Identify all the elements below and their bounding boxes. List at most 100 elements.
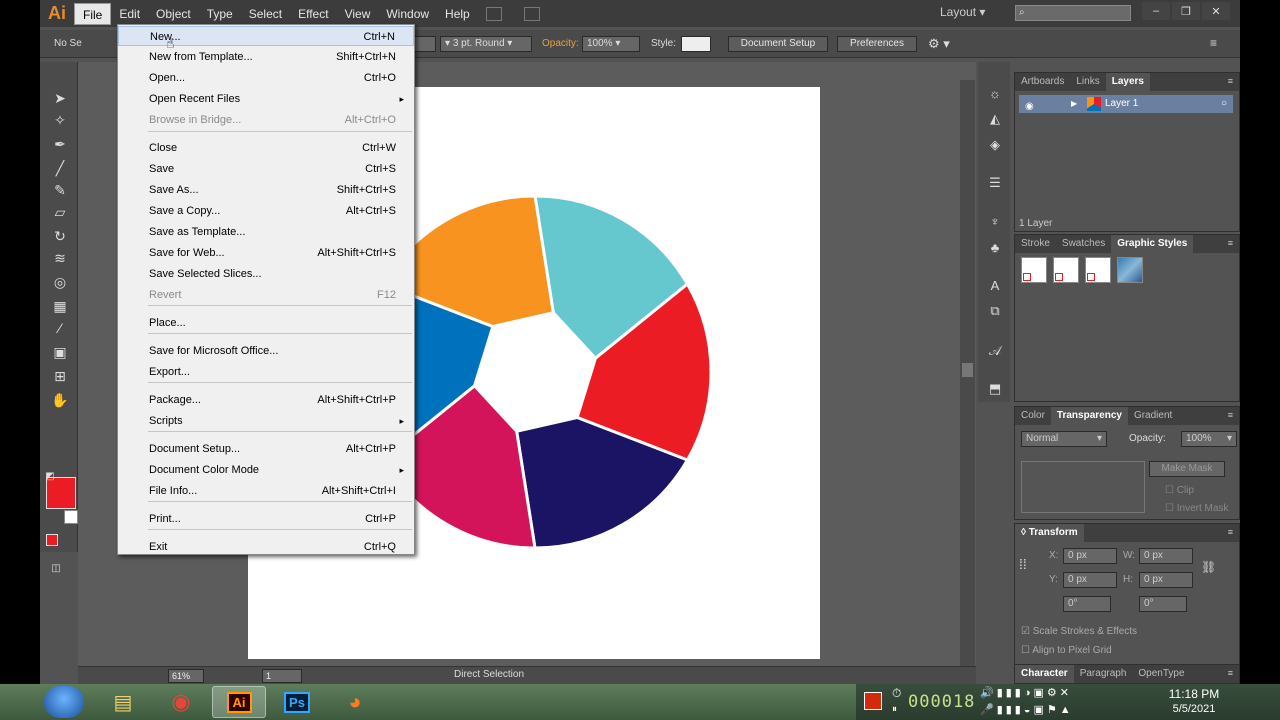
workspace-switcher[interactable]: Layout ▾ <box>940 5 985 19</box>
tab-transform[interactable]: ◊ Transform <box>1015 524 1084 542</box>
file-menu-place[interactable]: Place... <box>118 313 414 333</box>
tab-paragraph[interactable]: Paragraph <box>1074 665 1133 683</box>
file-menu-print[interactable]: Print... Ctrl+P <box>118 509 414 529</box>
illustrator-taskbar-icon[interactable]: Ai <box>212 686 266 718</box>
constrain-proportions-icon[interactable]: ⛓ <box>1201 560 1216 574</box>
style-swatch[interactable] <box>681 36 711 52</box>
file-menu-exit[interactable]: Exit Ctrl+Q <box>118 537 414 557</box>
pathfinder-icon[interactable]: ⧉ <box>986 302 1004 320</box>
drawing-mode-icon[interactable]: ◫ <box>46 558 66 578</box>
zoom-field[interactable]: 61% <box>168 669 204 683</box>
type-icon[interactable]: A <box>986 276 1004 294</box>
preferences-button[interactable]: Preferences <box>837 36 917 52</box>
opacity-field[interactable]: 100% ▾ <box>1181 431 1237 447</box>
panel-menu-icon[interactable]: ≡ <box>1228 668 1233 678</box>
glyphs-icon[interactable]: 𝒜 <box>986 342 1004 360</box>
file-menu-save-for-web[interactable]: Save for Web... Alt+Shift+Ctrl+S <box>118 243 414 263</box>
timer-icon[interactable]: ⏱ <box>892 686 901 701</box>
scrollbar-thumb[interactable] <box>962 363 973 377</box>
file-menu-document-color-mode[interactable]: Document Color Mode ▸ <box>118 460 414 480</box>
start-button-icon[interactable] <box>44 686 84 718</box>
menu-help[interactable]: Help <box>437 3 478 25</box>
w-field[interactable]: 0 px <box>1139 548 1193 564</box>
menu-window[interactable]: Window <box>378 3 437 25</box>
photoshop-taskbar-icon[interactable]: Ps <box>270 686 324 718</box>
hand-tool-icon[interactable]: ✋ <box>50 390 70 410</box>
menu-edit[interactable]: Edit <box>111 3 148 25</box>
file-menu-open[interactable]: Open... Ctrl+O <box>118 68 414 88</box>
layer-row[interactable]: ◉ ▶ Layer 1 ○ <box>1019 95 1233 113</box>
stroke-color-swatch[interactable] <box>64 510 78 524</box>
blend-mode-select[interactable]: Normal ▾ <box>1021 431 1107 447</box>
tab-artboards[interactable]: Artboards <box>1015 73 1070 91</box>
appearance-icon[interactable]: ◭ <box>986 110 1004 128</box>
opacity-label[interactable]: Opacity: <box>542 38 579 49</box>
warp-tool-icon[interactable]: ≋ <box>50 248 70 268</box>
pen-tool-icon[interactable]: ✒ <box>50 134 70 154</box>
file-menu-export[interactable]: Export... <box>118 362 414 382</box>
firefox-taskbar-icon[interactable]: ◕ <box>328 686 382 718</box>
default-colors-icon[interactable]: ◩ <box>44 470 56 482</box>
record-stop-icon[interactable] <box>864 692 882 710</box>
menu-view[interactable]: View <box>337 3 379 25</box>
pause-icon[interactable]: ⏸ <box>892 704 897 715</box>
file-menu-package[interactable]: Package... Alt+Shift+Ctrl+P <box>118 390 414 410</box>
rotate-field[interactable]: 0° <box>1063 596 1111 612</box>
y-field[interactable]: 0 px <box>1063 572 1117 588</box>
file-menu-scripts[interactable]: Scripts ▸ <box>118 411 414 431</box>
menu-select[interactable]: Select <box>241 3 290 25</box>
navigator-icon[interactable]: ◈ <box>986 136 1004 154</box>
sun-icon[interactable]: ☼ <box>986 84 1004 102</box>
tab-character[interactable]: Character <box>1015 665 1074 683</box>
symbols-icon[interactable]: ♣ <box>986 238 1004 256</box>
search-input[interactable]: ⌕ <box>1015 5 1131 21</box>
line-tool-icon[interactable]: ╱ <box>50 158 70 178</box>
vertical-scrollbar[interactable] <box>960 80 975 666</box>
artboard-tool-icon[interactable]: ⊞ <box>50 366 70 386</box>
file-menu-open-recent-files[interactable]: Open Recent Files ▸ <box>118 89 414 109</box>
tab-graphic-styles[interactable]: Graphic Styles <box>1111 235 1194 253</box>
file-menu-save-as-template[interactable]: Save as Template... <box>118 222 414 242</box>
make-mask-button[interactable]: Make Mask <box>1149 461 1225 477</box>
graphic-style-3[interactable] <box>1085 257 1111 283</box>
h-field[interactable]: 0 px <box>1139 572 1193 588</box>
shape-builder-icon[interactable]: ◎ <box>50 272 70 292</box>
eyedropper-icon[interactable]: ⁄ <box>50 318 70 338</box>
menu-file[interactable]: File <box>74 2 112 25</box>
tab-links[interactable]: Links <box>1070 73 1105 91</box>
document-setup-button[interactable]: Document Setup <box>728 36 828 52</box>
transform-icon[interactable]: ⬒ <box>986 380 1004 398</box>
file-menu-save-as[interactable]: Save As... Shift+Ctrl+S <box>118 180 414 200</box>
panel-menu-icon[interactable]: ≡ <box>1228 76 1233 86</box>
file-menu-save-for-microsoft-office[interactable]: Save for Microsoft Office... <box>118 341 414 361</box>
arrange-icon[interactable]: ⚙ ▾ <box>928 36 950 52</box>
arrange-documents-icon[interactable] <box>523 6 540 21</box>
panel-menu-icon[interactable]: ≡ <box>1210 36 1217 50</box>
rotate-tool-icon[interactable]: ↻ <box>50 226 70 246</box>
graphic-style-4[interactable] <box>1117 257 1143 283</box>
symbol-sprayer-icon[interactable]: ▣ <box>50 342 70 362</box>
tab-layers[interactable]: Layers <box>1105 73 1150 91</box>
invert-mask-checkbox[interactable]: ☐ Invert Mask <box>1165 503 1228 514</box>
close-icon[interactable]: ✕ <box>1202 2 1230 20</box>
reference-point-icon[interactable]: ⁞⁞ <box>1019 556 1027 572</box>
explorer-taskbar-icon[interactable]: ▤ <box>96 686 150 718</box>
file-menu-save-selected-slices[interactable]: Save Selected Slices... <box>118 264 414 284</box>
layer-name[interactable]: Layer 1 <box>1105 98 1138 109</box>
target-icon[interactable]: ○ <box>1221 95 1227 113</box>
clip-checkbox[interactable]: ☐ Clip <box>1165 485 1194 496</box>
file-menu-save[interactable]: Save Ctrl+S <box>118 159 414 179</box>
paintbrush-icon[interactable]: ✎ <box>50 180 70 200</box>
visibility-eye-icon[interactable]: ◉ <box>1025 98 1034 116</box>
graphic-style-2[interactable] <box>1053 257 1079 283</box>
magic-wand-icon[interactable]: ✧ <box>50 110 70 130</box>
tray-icons-row1[interactable]: 🔊▮▮▮◑▣⚙✕ <box>980 686 1072 699</box>
restore-icon[interactable]: ❐ <box>1172 2 1200 20</box>
align-pixel-grid-checkbox[interactable]: ☐ Align to Pixel Grid <box>1021 645 1112 656</box>
tab-color[interactable]: Color <box>1015 407 1051 425</box>
tab-opentype[interactable]: OpenType <box>1132 665 1190 683</box>
scale-strokes-checkbox[interactable]: ☑ Scale Strokes & Effects <box>1021 626 1137 637</box>
file-menu-document-setup[interactable]: Document Setup... Alt+Ctrl+P <box>118 439 414 459</box>
selection-tool-icon[interactable]: ➤ <box>50 88 70 108</box>
chrome-taskbar-icon[interactable]: ◉ <box>154 686 208 718</box>
